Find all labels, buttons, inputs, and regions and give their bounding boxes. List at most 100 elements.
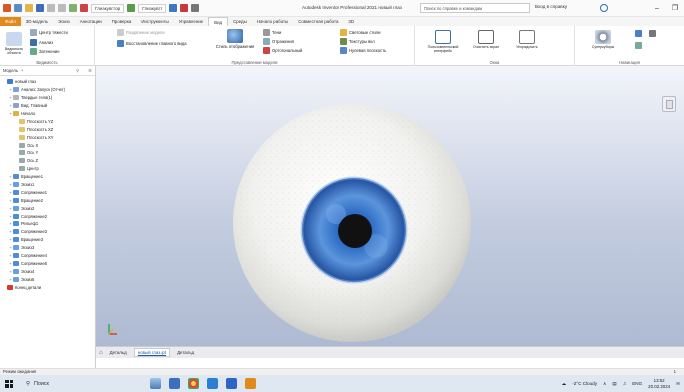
textures-on-button[interactable]: Текстуры вкл: [340, 38, 375, 45]
browser-title[interactable]: Модель: [3, 68, 18, 73]
home-icon[interactable]: ⌂: [99, 350, 103, 356]
zoom-button[interactable]: [649, 30, 656, 37]
browser-node[interactable]: + Начало: [0, 110, 95, 118]
material-dropdown[interactable]: Глизкувгтор: [91, 3, 125, 13]
analysis-button[interactable]: Анализ: [30, 39, 53, 46]
restore-icon[interactable]: ❐: [666, 0, 684, 16]
browser-node[interactable]: + Вращение1: [0, 173, 95, 181]
pan-button[interactable]: [635, 30, 642, 37]
weather-widget-icon[interactable]: [150, 378, 161, 389]
tray-chevron-icon[interactable]: ∧: [603, 381, 606, 387]
browser-node[interactable]: + Сопряжение2: [0, 212, 95, 220]
tab-file[interactable]: Файл: [0, 17, 21, 26]
shading-button[interactable]: Затенение: [30, 48, 60, 55]
task-view-icon[interactable]: [169, 378, 180, 389]
tab-view[interactable]: Вид: [208, 17, 229, 26]
browser-node[interactable]: + Анализ: Запуск (Отчет): [0, 86, 95, 94]
visual-style-button[interactable]: Стиль отображения: [215, 29, 255, 49]
weather-text[interactable]: -2°C Cloudy: [572, 381, 597, 386]
taskbar-search[interactable]: ⚲ Поиск: [20, 377, 90, 390]
tab-environments[interactable]: Среды: [228, 17, 252, 26]
browser-node[interactable]: + Эскиз4: [0, 267, 95, 275]
user-interface-button[interactable]: Пользовательский интерфейс: [421, 30, 465, 53]
browser-node[interactable]: + Эскиз1: [0, 181, 95, 189]
orbit-button[interactable]: [635, 42, 642, 49]
clean-screen-button[interactable]: Очистить экран: [469, 30, 503, 49]
help-icon[interactable]: [600, 4, 608, 12]
inventor-icon[interactable]: [245, 378, 256, 389]
menu-icon[interactable]: ☰: [88, 68, 92, 73]
browser-node[interactable]: + Эскиз3: [0, 244, 95, 252]
browser-node[interactable]: Ось X: [0, 141, 95, 149]
half-section-button[interactable]: Раздвоение модели: [117, 29, 165, 36]
tab-3d-model[interactable]: 3D-модель: [21, 17, 53, 26]
undo-icon[interactable]: [47, 4, 55, 12]
browser-node[interactable]: + Сопряжение1: [0, 188, 95, 196]
open-file-icon[interactable]: [25, 4, 33, 12]
browser-node[interactable]: + Вращение2: [0, 196, 95, 204]
doc-tab-active[interactable]: новый глаз.ipt: [133, 348, 171, 357]
browser-node[interactable]: + Вращение3: [0, 236, 95, 244]
store-icon[interactable]: [226, 378, 237, 389]
network-icon[interactable]: ▤: [612, 381, 616, 387]
home-view-button[interactable]: Восстановление главного вида: [117, 40, 187, 47]
lighting-styles-button[interactable]: Световые стили: [340, 29, 380, 36]
browser-node[interactable]: + Сопряжение5: [0, 259, 95, 267]
clock[interactable]: 13:52 20.02.2024: [648, 378, 670, 389]
browser-node[interactable]: Центр: [0, 165, 95, 173]
appearance-icon[interactable]: [127, 4, 136, 12]
browser-node[interactable]: + Сопряжение3: [0, 228, 95, 236]
browser-node[interactable]: + Сопряжение4: [0, 252, 95, 260]
minimize-icon[interactable]: –: [648, 0, 666, 16]
orthographic-button[interactable]: Ортогональный: [263, 47, 302, 54]
browser-node[interactable]: + Вид: Главный: [0, 102, 95, 110]
browser-node[interactable]: Плоскость XY: [0, 133, 95, 141]
measure-icon[interactable]: [169, 4, 178, 12]
parameters-icon[interactable]: [180, 4, 189, 12]
object-visibility-button[interactable]: Видимость объекта: [3, 32, 25, 55]
sign-in-link[interactable]: Вход в справку: [535, 4, 567, 9]
chrome-icon[interactable]: [188, 378, 199, 389]
notifications-icon[interactable]: ✉: [676, 381, 680, 387]
browser-node[interactable]: + Рельеф1: [0, 220, 95, 228]
tab-sketch[interactable]: Эскиз: [53, 17, 75, 26]
start-button[interactable]: [0, 375, 18, 392]
fx-icon[interactable]: [191, 4, 200, 12]
tab-tools[interactable]: Инструменты: [136, 17, 173, 26]
search-icon[interactable]: ⚲: [76, 68, 79, 73]
tab-annotate[interactable]: Аннотации: [75, 17, 107, 26]
pupil[interactable]: [338, 214, 372, 248]
browser-node[interactable]: Плоскость YZ: [0, 117, 95, 125]
tab-collaborate[interactable]: Совместная работа: [293, 17, 343, 26]
browser-node[interactable]: + Твердые тела(1): [0, 94, 95, 102]
browser-node[interactable]: новый глаз: [0, 78, 95, 86]
appearance-dropdown[interactable]: Глизкувгт: [138, 3, 167, 13]
update-icon[interactable]: [80, 4, 88, 12]
doc-tab-home[interactable]: Детальд: [107, 349, 130, 356]
doc-tab-other[interactable]: Детальд: [174, 349, 197, 356]
browser-node[interactable]: Конец детали: [0, 283, 95, 291]
steering-wheels-button[interactable]: Суперкуборы: [583, 30, 623, 49]
browser-node[interactable]: Плоскость XZ: [0, 125, 95, 133]
browser-node[interactable]: + Эскиз5: [0, 275, 95, 283]
new-file-icon[interactable]: [14, 4, 22, 12]
app-menu-icon[interactable]: [3, 4, 11, 12]
browser-node[interactable]: Ось Z: [0, 157, 95, 165]
help-search-input[interactable]: Поиск по справке и командам: [420, 3, 530, 13]
reflections-button[interactable]: Отражения: [263, 38, 294, 45]
browser-node[interactable]: + Эскиз2: [0, 204, 95, 212]
arrange-button[interactable]: Упорядочить: [507, 30, 547, 49]
shadows-button[interactable]: Тени: [263, 29, 281, 36]
volume-icon[interactable]: ♫: [623, 381, 626, 386]
language-indicator[interactable]: ENG: [632, 381, 642, 386]
tab-manage[interactable]: Управление: [174, 17, 208, 26]
eye-model-view[interactable]: [96, 66, 684, 346]
redo-icon[interactable]: [58, 4, 66, 12]
select-icon[interactable]: [69, 4, 77, 12]
graphics-viewport[interactable]: [96, 66, 684, 346]
tab-3d-pdf[interactable]: 3D: [343, 17, 359, 26]
browser-node[interactable]: Ось Y: [0, 149, 95, 157]
tab-inspect[interactable]: Проверка: [107, 17, 137, 26]
save-icon[interactable]: [36, 4, 44, 12]
center-of-gravity-button[interactable]: Центр тяжести: [30, 29, 68, 36]
